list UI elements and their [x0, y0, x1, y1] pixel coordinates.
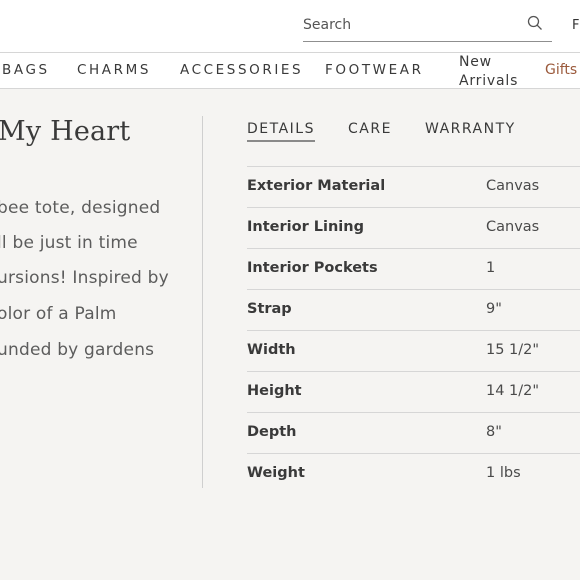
spec-label: Depth [247, 424, 297, 440]
nav-item-footwear[interactable]: FOOTWEAR [325, 62, 424, 78]
description-line: bee tote, designed [0, 198, 161, 218]
spec-value: 14 1/2" [486, 383, 540, 399]
spec-label: Exterior Material [247, 178, 386, 194]
nav-item-gifts[interactable]: Gifts [545, 62, 577, 78]
specs-table: Exterior Material Canvas Interior Lining… [247, 166, 580, 494]
nav-item-new-arrivals[interactable]: New Arrivals [459, 53, 529, 91]
tab-details[interactable]: DETAILS [247, 121, 315, 142]
search-icon[interactable] [527, 15, 543, 31]
spec-value: 8" [486, 424, 502, 440]
spec-row: Interior Pockets 1 [247, 248, 580, 289]
spec-value: 9" [486, 301, 502, 317]
spec-value: 1 lbs [486, 465, 521, 481]
nav-item-accessories[interactable]: ACCESSORIES [180, 62, 303, 78]
spec-value: Canvas [486, 178, 540, 194]
tab-warranty[interactable]: WARRANTY [425, 121, 516, 137]
tab-care[interactable]: CARE [348, 121, 392, 137]
spec-row: Width 15 1/2" [247, 330, 580, 371]
spec-value: Canvas [486, 219, 540, 235]
main-nav: BAGS CHARMS ACCESSORIES FOOTWEAR New Arr… [0, 52, 580, 89]
search-bar[interactable] [303, 8, 552, 42]
spec-value: 1 [486, 260, 496, 276]
top-bar: F [0, 0, 580, 52]
spec-row: Weight 1 lbs [247, 453, 580, 494]
spec-label: Interior Pockets [247, 260, 378, 276]
header-link-cut[interactable]: F [572, 18, 579, 33]
spec-label: Height [247, 383, 302, 399]
spec-label: Interior Lining [247, 219, 364, 235]
description-line: ursions! Inspired by [0, 268, 169, 288]
column-divider [202, 116, 203, 488]
nav-item-bags[interactable]: BAGS [2, 62, 50, 78]
nav-item-charms[interactable]: CHARMS [77, 62, 151, 78]
spec-row: Strap 9" [247, 289, 580, 330]
spec-label: Weight [247, 465, 305, 481]
description-line: olor of a Palm [0, 304, 117, 324]
description-line: unded by gardens [0, 340, 155, 360]
spec-row: Exterior Material Canvas [247, 166, 580, 207]
product-title: My Heart [0, 116, 131, 147]
spec-row: Height 14 1/2" [247, 371, 580, 412]
spec-row: Interior Lining Canvas [247, 207, 580, 248]
spec-row: Depth 8" [247, 412, 580, 453]
description-line: ll be just in time [0, 233, 138, 253]
spec-label: Width [247, 342, 296, 358]
spec-value: 15 1/2" [486, 342, 540, 358]
search-input[interactable] [303, 14, 523, 36]
spec-label: Strap [247, 301, 292, 317]
